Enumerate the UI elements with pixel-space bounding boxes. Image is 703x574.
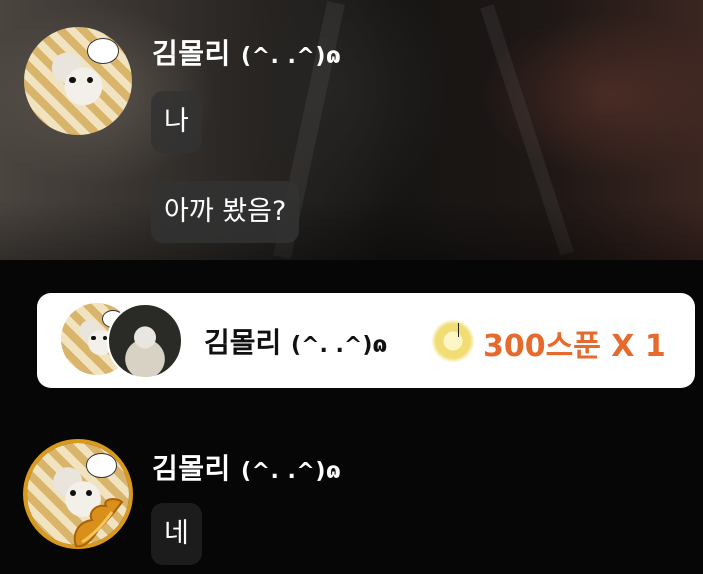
username[interactable]: 김몰리 (^. .^)ɷ — [152, 447, 341, 487]
chat-message-text: 아까 봤음? — [164, 196, 287, 227]
username-emoticon: (^. .^)ɷ — [241, 459, 342, 484]
chat-message-text: 네 — [164, 518, 189, 549]
gift-notification: 김몰리 (^. .^)ɷ 300스푼 X 1 — [37, 293, 695, 388]
wing-badge-icon — [73, 498, 124, 548]
spoon-icon — [431, 319, 475, 363]
gift-sender-name-text: 김몰리 — [204, 326, 282, 359]
username-text: 김몰리 — [152, 452, 231, 485]
username[interactable]: 김몰리 (^. .^)ɷ — [152, 32, 341, 72]
chat-message: 네 — [151, 503, 202, 565]
username-text: 김몰리 — [152, 37, 231, 70]
chat-message: 나 — [151, 91, 202, 153]
gift-amount: 300스푼 X 1 — [483, 329, 666, 364]
user-avatar[interactable] — [24, 27, 132, 135]
gift-sender-name: 김몰리 (^. .^)ɷ — [204, 321, 387, 361]
gift-sender-emoticon: (^. .^)ɷ — [291, 333, 388, 358]
recipient-avatar[interactable] — [107, 303, 183, 379]
chat-message: 아까 봤음? — [151, 181, 300, 243]
username-emoticon: (^. .^)ɷ — [241, 44, 342, 69]
chat-message-text: 나 — [164, 106, 189, 137]
